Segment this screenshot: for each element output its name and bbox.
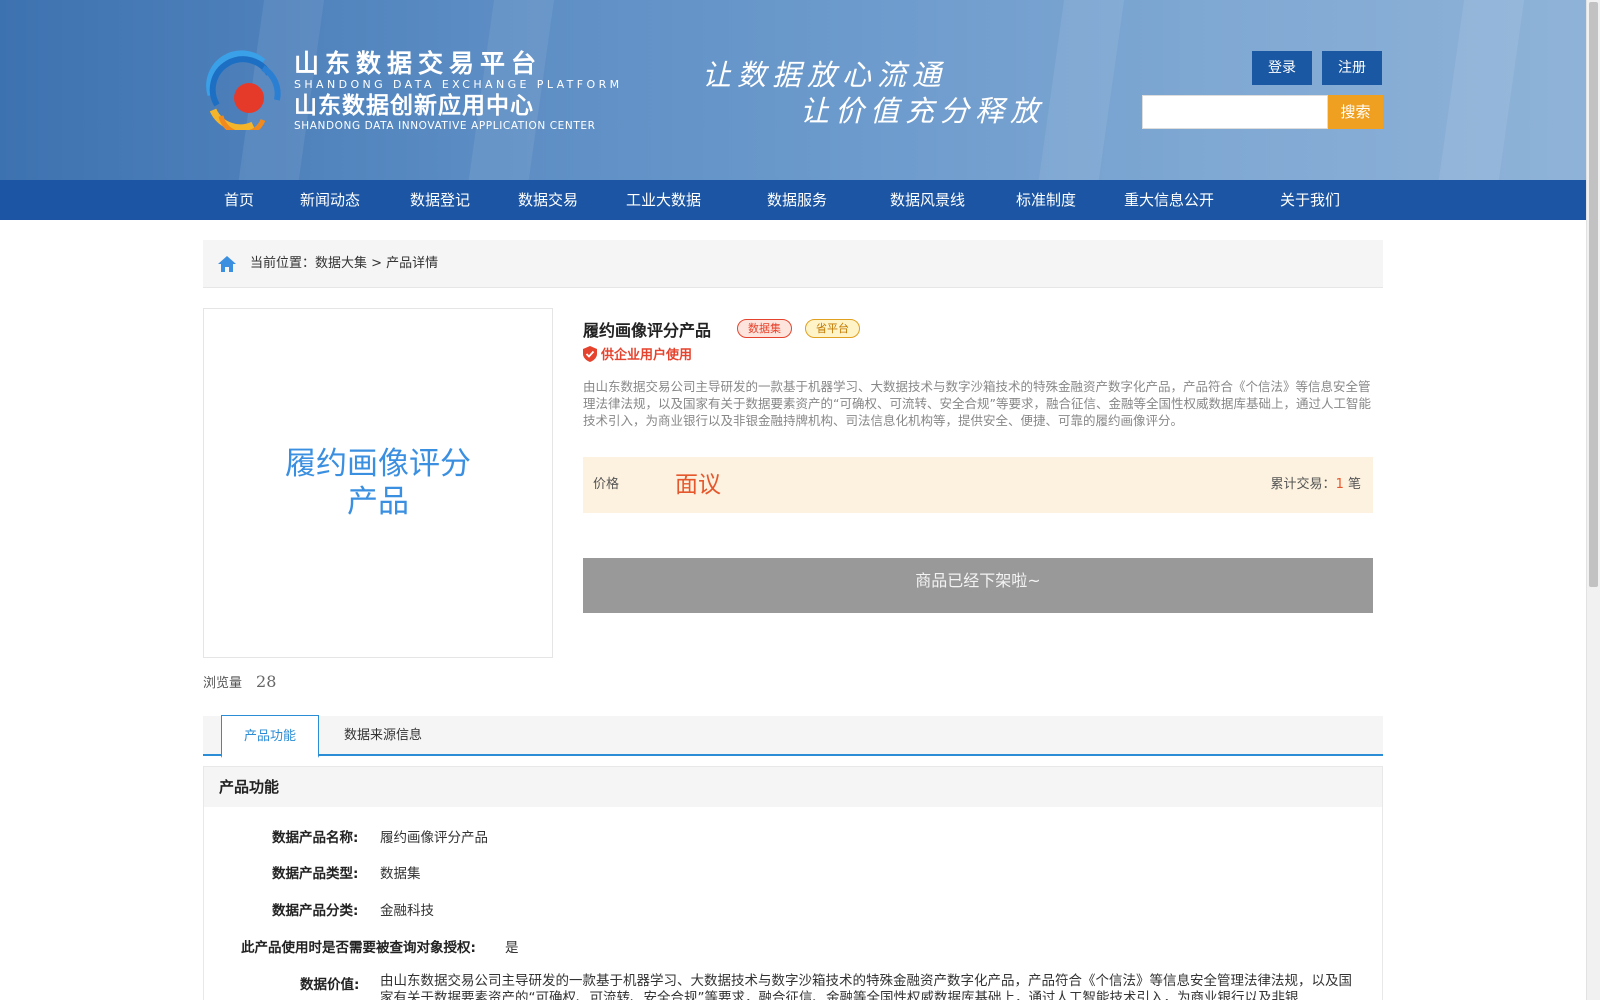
- nav-item-data-services[interactable]: 数据服务: [767, 180, 827, 220]
- view-count-label: 浏览量: [203, 676, 243, 691]
- field-label: 此产品使用时是否需要被查询对象授权:: [241, 940, 476, 956]
- price-label: 价格: [593, 477, 620, 492]
- slogan-line-2: 让价值充分释放: [800, 94, 1046, 128]
- tab-data-source[interactable]: 数据来源信息: [333, 716, 433, 757]
- header-banner: 山东数据交易平台 SHANDONG DATA EXCHANGE PLATFORM…: [0, 0, 1586, 180]
- platform-logo-icon[interactable]: [203, 50, 283, 130]
- nav-item-standards[interactable]: 标准制度: [1016, 180, 1076, 220]
- nav-item-home[interactable]: 首页: [224, 180, 254, 220]
- banner-decoration: [1030, 0, 1130, 180]
- shield-check-icon: [583, 346, 597, 362]
- product-image: 履约画像评分产品: [203, 308, 553, 658]
- breadcrumb-text[interactable]: 当前位置：数据大集 > 产品详情: [250, 240, 438, 288]
- nav-item-news[interactable]: 新闻动态: [300, 180, 360, 220]
- field-value: 履约画像评分产品: [380, 830, 488, 846]
- tag-province-badge: 省平台: [805, 319, 860, 338]
- logo-subtitle-en: SHANDONG DATA INNOVATIVE APPLICATION CEN…: [294, 120, 596, 132]
- banner-decoration: [1430, 0, 1530, 180]
- view-count-value: 28: [256, 672, 277, 691]
- login-button[interactable]: 登录: [1252, 51, 1312, 85]
- section-heading: 产品功能: [204, 767, 1382, 807]
- platform-logo-text: 山东数据交易平台 SHANDONG DATA EXCHANGE PLATFORM…: [294, 50, 623, 133]
- logo-title-en: SHANDONG DATA EXCHANGE PLATFORM: [294, 78, 623, 91]
- field-label: 数据产品类型:: [272, 866, 359, 882]
- price-panel: 价格 面议 累计交易：1 笔: [583, 457, 1373, 513]
- nav-item-data-registration[interactable]: 数据登记: [410, 180, 470, 220]
- product-image-text: 履约画像评分产品: [285, 446, 471, 520]
- nav-item-data-landscape[interactable]: 数据风景线: [890, 180, 965, 220]
- search-button[interactable]: 搜索: [1328, 95, 1383, 129]
- nav-item-data-trading[interactable]: 数据交易: [518, 180, 578, 220]
- detail-tabs: 产品功能 数据来源信息: [203, 715, 1383, 758]
- nav-item-about[interactable]: 关于我们: [1280, 180, 1340, 220]
- product-description: 由山东数据交易公司主导研发的一款基于机器学习、大数据技术与数字沙箱技术的特殊金融…: [583, 379, 1371, 428]
- price-value: 面议: [675, 472, 721, 498]
- enterprise-note: 供企业用户使用: [583, 344, 692, 363]
- breadcrumb: 当前位置：数据大集 > 产品详情: [203, 240, 1383, 288]
- offline-notice: 商品已经下架啦~: [583, 558, 1373, 613]
- transaction-label: 累计交易：: [1270, 477, 1336, 492]
- page-scrollbar[interactable]: [1586, 0, 1600, 1000]
- enterprise-note-text: 供企业用户使用: [601, 348, 693, 363]
- product-function-section: 产品功能: [203, 766, 1383, 1000]
- search-input[interactable]: [1142, 95, 1328, 129]
- field-value: 是: [505, 940, 519, 956]
- home-icon[interactable]: [217, 255, 237, 273]
- nav-item-industrial-big-data[interactable]: 工业大数据: [626, 180, 701, 220]
- product-title: 履约画像评分产品: [583, 321, 712, 340]
- logo-title-cn: 山东数据交易平台: [294, 49, 543, 78]
- tab-product-function[interactable]: 产品功能: [221, 715, 319, 758]
- register-button[interactable]: 注册: [1322, 51, 1382, 85]
- transaction-number: 1: [1335, 477, 1344, 492]
- field-value: 数据集: [380, 866, 421, 882]
- field-label: 数据产品名称:: [272, 830, 359, 846]
- transaction-count: 累计交易：1 笔: [1271, 457, 1361, 513]
- field-value: 由山东数据交易公司主导研发的一款基于机器学习、大数据技术与数字沙箱技术的特殊金融…: [380, 973, 1352, 1000]
- tag-dataset-badge: 数据集: [737, 319, 792, 338]
- transaction-unit: 笔: [1347, 477, 1361, 492]
- field-label: 数据产品分类:: [272, 903, 359, 919]
- main-nav: 首页 新闻动态 数据登记 数据交易 工业大数据 数据服务 数据风景线 标准制度 …: [0, 180, 1586, 220]
- view-count: 浏览量 28: [203, 672, 276, 691]
- logo-subtitle-cn: 山东数据创新应用中心: [294, 93, 534, 119]
- scrollbar-thumb[interactable]: [1589, 2, 1598, 587]
- field-value: 金融科技: [380, 903, 434, 919]
- nav-item-disclosure[interactable]: 重大信息公开: [1124, 180, 1214, 220]
- field-label: 数据价值:: [300, 977, 360, 993]
